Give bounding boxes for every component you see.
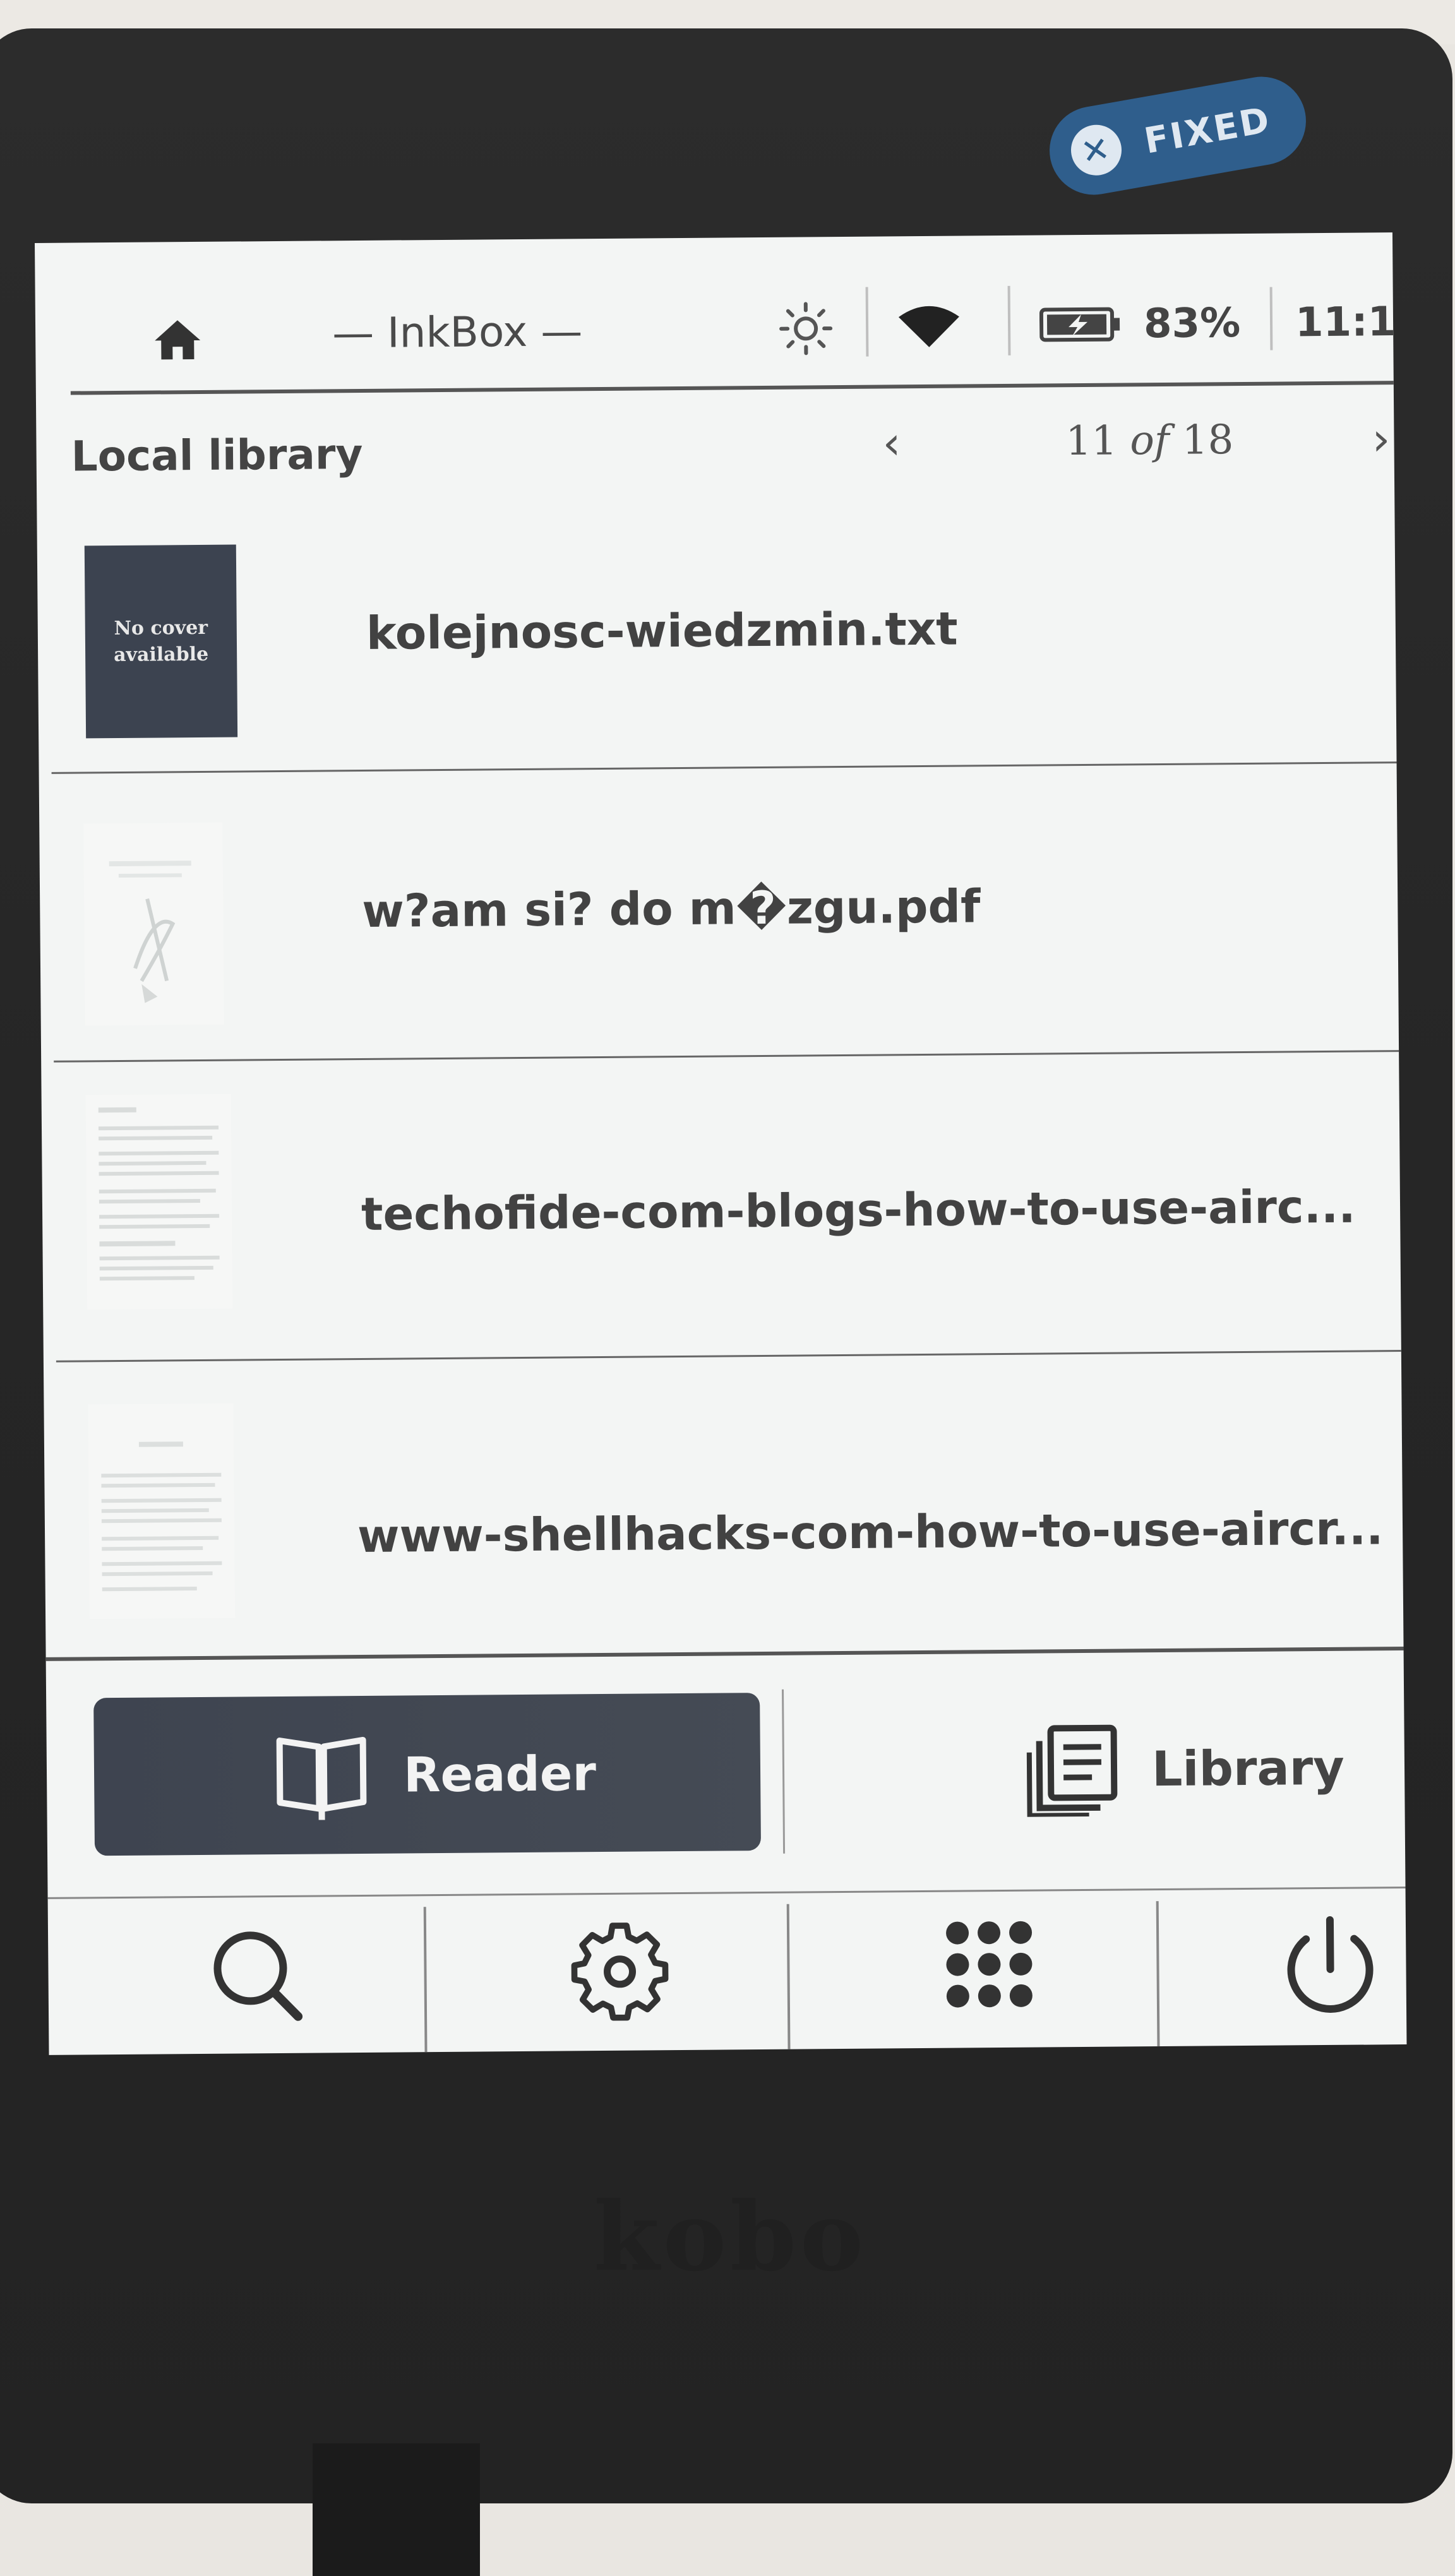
book-title: www-shellhacks-com-how-to-use-aircr...	[357, 1501, 1384, 1563]
settings-button[interactable]	[556, 1911, 683, 2032]
sun-icon[interactable]	[777, 300, 835, 357]
open-book-icon	[276, 1736, 367, 1820]
usb-cable	[313, 2443, 480, 2576]
library-button-label: Library	[1151, 1739, 1345, 1797]
page-title: Local library	[71, 429, 363, 481]
chevron-right-icon[interactable]: ›	[1372, 412, 1398, 469]
status-separator	[1007, 285, 1011, 355]
x-circle-icon: ✕	[1067, 121, 1126, 180]
device-brand-logo: kobo	[594, 2181, 867, 2293]
book-cover: No cover available	[84, 544, 238, 739]
pdf-thumbnail	[98, 1107, 220, 1281]
search-icon	[213, 1931, 303, 2021]
cover-text: No cover	[114, 616, 208, 640]
apps-button[interactable]	[926, 1908, 1053, 2029]
status-bar: — InkBox — 83% 11:1	[35, 232, 1396, 395]
book-cover	[83, 822, 224, 1026]
button-separator	[782, 1689, 786, 1854]
chevron-left-icon[interactable]: ‹	[882, 416, 927, 474]
page-of: of	[1130, 417, 1170, 465]
library-icon	[1026, 1724, 1118, 1817]
battery-charging-icon	[1039, 307, 1120, 342]
nav-separator	[423, 1907, 428, 2053]
power-button[interactable]	[1267, 1905, 1394, 2027]
home-icon[interactable]	[152, 318, 203, 362]
battery-percent: 83%	[1143, 300, 1241, 348]
search-button[interactable]	[193, 1914, 320, 2036]
nav-divider	[47, 1887, 1406, 1899]
status-separator	[865, 287, 869, 357]
reader-button[interactable]: Reader	[93, 1693, 762, 1856]
book-cover	[88, 1403, 236, 1619]
book-title: techofide-com-blogs-how-to-use-airc...	[361, 1179, 1356, 1241]
list-item[interactable]: w?am si? do m�zgu.pdf	[39, 769, 1399, 1063]
page-indicator: 11 of 18	[1065, 417, 1233, 465]
wifi-icon[interactable]	[897, 305, 961, 350]
clock: 11:1	[1295, 299, 1396, 347]
reader-button-label: Reader	[403, 1744, 597, 1803]
book-cover	[85, 1094, 233, 1310]
page-total: 18	[1182, 417, 1234, 464]
library-button[interactable]: Library	[791, 1688, 1405, 1851]
book-title: kolejnosc-wiedzmin.txt	[366, 602, 958, 660]
power-icon	[1287, 1916, 1374, 2013]
page-current: 11	[1065, 417, 1118, 465]
fixed-badge-label: FIXED	[1141, 99, 1274, 162]
cover-text: available	[113, 643, 209, 666]
ereader-screen: — InkBox — 83% 11:1 Local library ‹ 11 o…	[35, 232, 1407, 2055]
book-title: w?am si? do m�zgu.pdf	[361, 880, 981, 938]
apps-grid-icon	[946, 1921, 1033, 2008]
nav-separator	[786, 1904, 791, 2049]
list-item[interactable]: www-shellhacks-com-how-to-use-aircr...	[44, 1356, 1404, 1657]
pdf-thumbnail	[109, 861, 191, 1003]
list-item[interactable]: techofide-com-blogs-how-to-use-airc...	[41, 1053, 1401, 1367]
pdf-thumbnail	[101, 1441, 222, 1592]
gear-icon	[571, 1923, 669, 2021]
app-title: — InkBox —	[332, 307, 583, 358]
list-item[interactable]: No cover available kolejnosc-wiedzmin.tx…	[37, 510, 1397, 774]
status-separator	[1269, 287, 1273, 350]
nav-separator	[1156, 1901, 1160, 2047]
